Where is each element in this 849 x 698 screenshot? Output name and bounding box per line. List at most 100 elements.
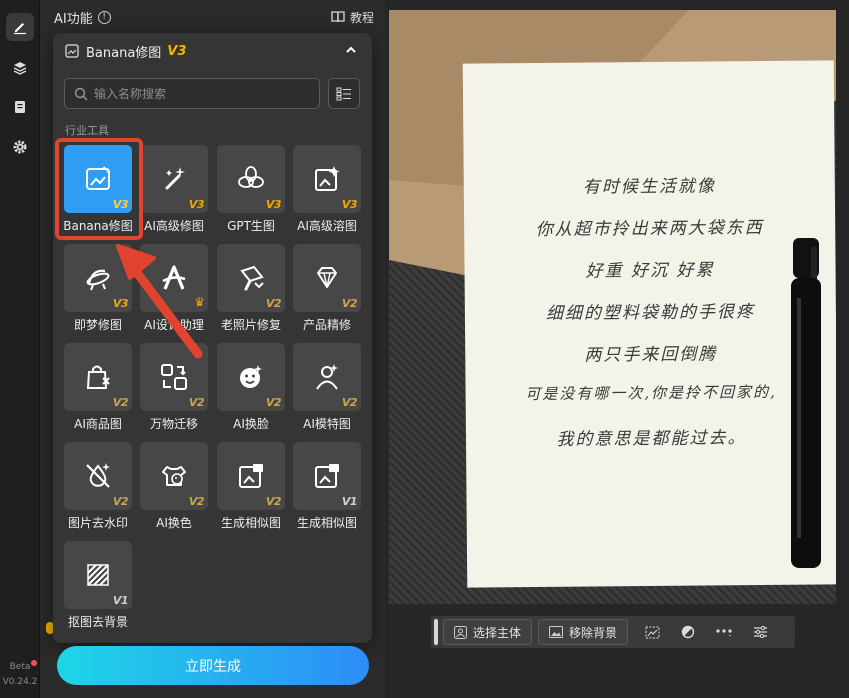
- more-button[interactable]: [706, 619, 742, 645]
- toolbar-drag-handle[interactable]: [434, 619, 438, 645]
- tool-tile-ai-model-image[interactable]: V2: [293, 343, 361, 411]
- remove-background-label: 移除背景: [569, 625, 618, 640]
- sliders-icon: [753, 625, 767, 639]
- version-badge: V2: [265, 396, 282, 409]
- tool-label[interactable]: Banana修图: [56, 217, 140, 234]
- document-icon: [15, 101, 25, 113]
- person-icon: [454, 625, 467, 639]
- tool-label[interactable]: 老照片修复: [209, 316, 293, 333]
- tool-label[interactable]: 图片去水印: [56, 514, 140, 531]
- tool-tile-banana-edit[interactable]: V3: [64, 145, 132, 213]
- chevron-up-icon[interactable]: [344, 43, 358, 57]
- tool-label[interactable]: AI换色: [132, 514, 216, 531]
- canvas-image[interactable]: 有时候生活就像 你从超市拎出来两大袋东西 好重 好沉 好累 细细的塑料袋勒的手很…: [389, 10, 836, 604]
- similar-image-icon: [312, 461, 342, 491]
- tool-tile-remove-watermark[interactable]: V2: [64, 442, 132, 510]
- note-line: 有时候生活就像: [582, 176, 716, 198]
- note-line: 你从超市拎出来两大袋东西: [535, 218, 764, 240]
- tool-label[interactable]: AI设计助理: [132, 316, 216, 333]
- magic-wand-icon: [159, 164, 189, 194]
- history-button[interactable]: [6, 93, 34, 121]
- image-toolbar: 选择主体 移除背景: [431, 616, 795, 648]
- tool-label[interactable]: 抠图去背景: [56, 613, 140, 630]
- design-a-icon: [159, 263, 189, 293]
- shopping-bag-icon: [83, 362, 113, 392]
- image-edit-icon: [65, 44, 79, 58]
- tool-tile-ai-advanced-blend[interactable]: V3: [293, 145, 361, 213]
- tool-label[interactable]: AI高级修图: [132, 217, 216, 234]
- version-badge: V3: [265, 198, 282, 211]
- contrast-button[interactable]: [670, 619, 706, 645]
- note-line: 细细的塑料袋勒的手很疼: [545, 302, 755, 324]
- edit-tool-button[interactable]: [6, 13, 34, 41]
- version-badge: V3: [341, 198, 358, 211]
- tool-tile-jimeng-edit[interactable]: V3: [64, 244, 132, 312]
- layers-icon: [13, 62, 27, 75]
- tool-label[interactable]: 产品精修: [285, 316, 369, 333]
- tool-label[interactable]: 生成相似图: [285, 514, 369, 531]
- notification-dot: [31, 660, 37, 666]
- tool-tile-old-photo-restore[interactable]: V2: [217, 244, 285, 312]
- cutout-icon: [83, 560, 113, 590]
- tool-label[interactable]: AI模特图: [285, 415, 369, 432]
- tool-tile-similar-image-v1[interactable]: V1: [293, 442, 361, 510]
- tool-tile-similar-image-v2[interactable]: V2: [217, 442, 285, 510]
- version-badge: V3: [112, 297, 129, 310]
- tool-tile-gpt-generate[interactable]: V3: [217, 145, 285, 213]
- popup-title: Banana修图: [86, 45, 162, 61]
- adjust-button[interactable]: [742, 619, 778, 645]
- note-paper: 有时候生活就像 你从超市拎出来两大袋东西 好重 好沉 好累 细细的塑料袋勒的手很…: [462, 60, 836, 588]
- version-label: V0.24.2: [2, 677, 38, 687]
- generate-button[interactable]: 立即生成: [57, 646, 369, 685]
- version-badge: V1: [112, 594, 129, 607]
- tool-tile-remove-background[interactable]: V1: [64, 541, 132, 609]
- tool-label[interactable]: 万物迁移: [132, 415, 216, 432]
- face-icon: [236, 362, 266, 392]
- image-edit-icon: [83, 164, 113, 194]
- list-icon: [336, 87, 351, 100]
- version-badge: V2: [341, 297, 358, 310]
- tutorial-link[interactable]: 教程: [331, 9, 374, 26]
- version-badge: V2: [112, 495, 129, 508]
- tool-tile-ai-recolor[interactable]: V2: [140, 442, 208, 510]
- tool-label[interactable]: AI高级溶图: [285, 217, 369, 234]
- section-label: 行业工具: [65, 124, 109, 137]
- left-rail: Beta V0.24.2: [0, 0, 40, 698]
- more-icon: [716, 629, 732, 637]
- tool-label[interactable]: AI商品图: [56, 415, 140, 432]
- watermark-remove-icon: [83, 461, 113, 491]
- version-badge: V2: [112, 396, 129, 409]
- list-view-button[interactable]: [328, 78, 360, 109]
- tool-label[interactable]: GPT生图: [209, 217, 293, 234]
- tool-label[interactable]: 即梦修图: [56, 316, 140, 333]
- info-icon[interactable]: !: [97, 10, 111, 24]
- tool-label[interactable]: 生成相似图: [209, 514, 293, 531]
- image-icon: [549, 626, 564, 638]
- gear-icon: [13, 140, 27, 154]
- layers-button[interactable]: [6, 54, 34, 82]
- panel-title: AI功能: [54, 11, 93, 27]
- tool-tile-ai-advanced-edit[interactable]: V3: [140, 145, 208, 213]
- similar-image-icon: [236, 461, 266, 491]
- note-line: 两只手来回倒腾: [584, 344, 718, 366]
- select-subject-button[interactable]: 选择主体: [443, 619, 533, 645]
- popup-header[interactable]: Banana修图 V3: [53, 33, 372, 69]
- remove-background-button[interactable]: 移除背景: [538, 619, 629, 645]
- search-icon: [74, 87, 88, 100]
- tool-tile-product-refine[interactable]: V2: [293, 244, 361, 312]
- pen-shape: [791, 238, 821, 568]
- version-badge: V2: [188, 396, 205, 409]
- tool-tile-ai-product-image[interactable]: V2: [64, 343, 132, 411]
- note-line: 可是没有哪一次,你是拎不回家的,: [525, 382, 777, 404]
- tool-tile-ai-face-swap[interactable]: V2: [217, 343, 285, 411]
- tool-tile-ai-design-assistant[interactable]: ♛: [140, 244, 208, 312]
- tool-label[interactable]: AI换脸: [209, 415, 293, 432]
- note-line: 好重 好沉 好累: [585, 260, 715, 282]
- note-line: 我的意思是都能过去。: [556, 428, 747, 450]
- openai-icon: [236, 164, 266, 194]
- tool-tile-object-transfer[interactable]: V2: [140, 343, 208, 411]
- settings-button[interactable]: [6, 133, 34, 161]
- crop-subject-button[interactable]: [634, 619, 670, 645]
- search-box: [64, 78, 320, 109]
- search-input[interactable]: [94, 86, 294, 101]
